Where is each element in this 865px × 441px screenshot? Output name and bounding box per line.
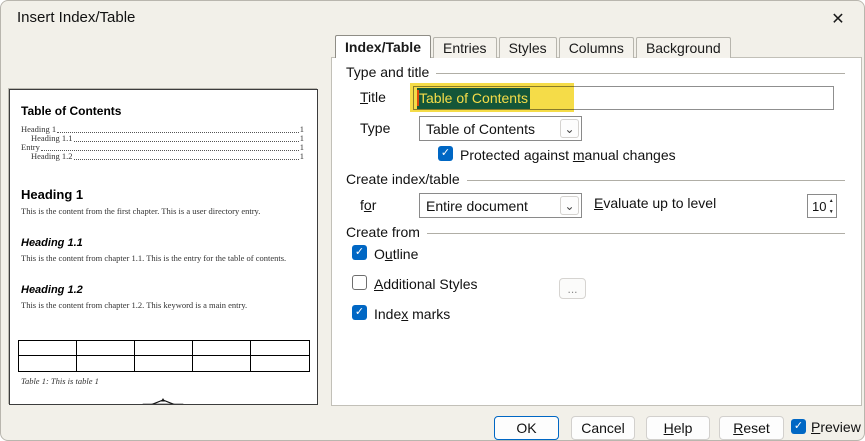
- type-dropdown-value: Table of Contents: [420, 121, 560, 137]
- check-icon: ✓: [355, 307, 364, 318]
- preview-toc-title: Table of Contents: [21, 104, 304, 118]
- preview-table: [18, 340, 310, 372]
- group-type-and-title: Type and title: [346, 64, 845, 80]
- reset-button[interactable]: Reset: [719, 416, 784, 440]
- table-cell: [19, 341, 77, 356]
- insert-index-table-dialog: Insert Index/Table ✕ Table of Contents H…: [0, 0, 865, 441]
- table-cell: [77, 341, 135, 356]
- group-caption: Type and title: [346, 64, 429, 80]
- for-label: for: [360, 197, 376, 213]
- group-rule: [427, 233, 845, 234]
- help-button[interactable]: Help: [646, 416, 710, 440]
- table-cell: [193, 341, 251, 356]
- cancel-button[interactable]: Cancel: [571, 416, 635, 440]
- title-input[interactable]: Table of Contents: [413, 86, 834, 110]
- preview-image-block: Image 1: This is Image 1: [21, 397, 304, 405]
- group-create-from: Create from: [346, 224, 845, 240]
- text-caret: [417, 90, 419, 106]
- table-cell: [135, 356, 193, 371]
- protected-checkbox[interactable]: ✓: [438, 146, 453, 161]
- group-caption: Create index/table: [346, 171, 460, 187]
- tab-index-table[interactable]: Index/Table: [335, 35, 431, 58]
- preview-checkbox[interactable]: ✓: [791, 419, 806, 434]
- dotted-leader: [41, 150, 299, 151]
- index-marks-label: Index marks: [374, 306, 450, 322]
- chevron-down-icon[interactable]: ⌄: [560, 119, 579, 138]
- preview-table-caption: Table 1: This is table 1: [21, 376, 304, 386]
- for-dropdown-value: Entire document: [420, 198, 560, 214]
- tab-styles[interactable]: Styles: [499, 37, 557, 58]
- dialog-title: Insert Index/Table: [17, 9, 135, 26]
- tab-bar: Index/Table Entries Styles Columns Backg…: [335, 35, 733, 58]
- preview-body-text: This is the content from chapter 1.1. Th…: [21, 253, 304, 263]
- check-icon: ✓: [355, 247, 364, 258]
- title-label: Title: [360, 89, 386, 105]
- outline-label: Outline: [374, 246, 418, 262]
- group-rule: [436, 73, 845, 74]
- group-rule: [467, 180, 845, 181]
- preview-body-text: This is the content from chapter 1.2. Th…: [21, 300, 304, 310]
- spin-up-icon[interactable]: ▲: [826, 195, 836, 206]
- dotted-leader: [57, 132, 299, 133]
- additional-styles-label: Additional Styles: [374, 276, 478, 292]
- chevron-down-icon[interactable]: ⌄: [560, 196, 579, 215]
- table-cell: [19, 356, 77, 371]
- type-label: Type: [360, 120, 390, 136]
- toc-entry: Heading 1.1 1: [21, 134, 304, 143]
- toc-entry: Heading 1.2 1: [21, 152, 304, 161]
- preview-checkbox-label: Preview: [811, 419, 861, 435]
- preview-body-text: This is the content from the first chapt…: [21, 206, 304, 216]
- preview-page-content: Table of Contents Heading 1 1 Heading 1.…: [10, 90, 317, 404]
- evaluate-level-spinner[interactable]: 10 ▲ ▼: [807, 194, 837, 218]
- check-icon: ✓: [794, 421, 803, 432]
- table-cell: [251, 356, 309, 371]
- toc-entry-label: Heading 1.2: [31, 152, 73, 161]
- close-icon[interactable]: ✕: [826, 7, 850, 31]
- tab-columns[interactable]: Columns: [559, 37, 634, 58]
- table-cell: [193, 356, 251, 371]
- check-icon: ✓: [441, 148, 450, 159]
- dotted-leader: [74, 159, 299, 160]
- group-create-index: Create index/table: [346, 171, 845, 187]
- dotted-leader: [74, 141, 299, 142]
- table-cell: [251, 341, 309, 356]
- title-input-value: Table of Contents: [417, 88, 530, 109]
- group-caption: Create from: [346, 224, 420, 240]
- table-cell: [77, 356, 135, 371]
- evaluate-level-label: Evaluate up to level: [594, 195, 716, 211]
- tab-entries[interactable]: Entries: [433, 37, 497, 58]
- spinner-buttons: ▲ ▼: [826, 195, 836, 217]
- document-preview: Table of Contents Heading 1 1 Heading 1.…: [9, 89, 318, 405]
- preview-heading-1: Heading 1: [21, 187, 304, 202]
- protected-label: Protected against manual changes: [460, 147, 676, 163]
- preview-heading-1-2: Heading 1.2: [21, 284, 304, 296]
- table-cell: [135, 341, 193, 356]
- evaluate-level-value: 10: [808, 195, 826, 217]
- spin-down-icon[interactable]: ▼: [826, 206, 836, 217]
- framed-picture-icon: [137, 397, 189, 405]
- assign-styles-button[interactable]: ...: [559, 278, 586, 299]
- preview-heading-1-1: Heading 1.1: [21, 237, 304, 249]
- tab-page-index-table: Type and title Title Table of Contents T…: [331, 57, 862, 406]
- outline-checkbox[interactable]: ✓: [352, 245, 367, 260]
- type-dropdown[interactable]: Table of Contents ⌄: [419, 116, 582, 141]
- toc-entry-page: 1: [300, 152, 304, 161]
- screen: Insert Index/Table ✕ Table of Contents H…: [0, 0, 865, 441]
- tab-background[interactable]: Background: [636, 37, 731, 58]
- index-marks-checkbox[interactable]: ✓: [352, 305, 367, 320]
- additional-styles-checkbox[interactable]: [352, 275, 367, 290]
- ok-button[interactable]: OK: [494, 416, 559, 440]
- for-dropdown[interactable]: Entire document ⌄: [419, 193, 582, 218]
